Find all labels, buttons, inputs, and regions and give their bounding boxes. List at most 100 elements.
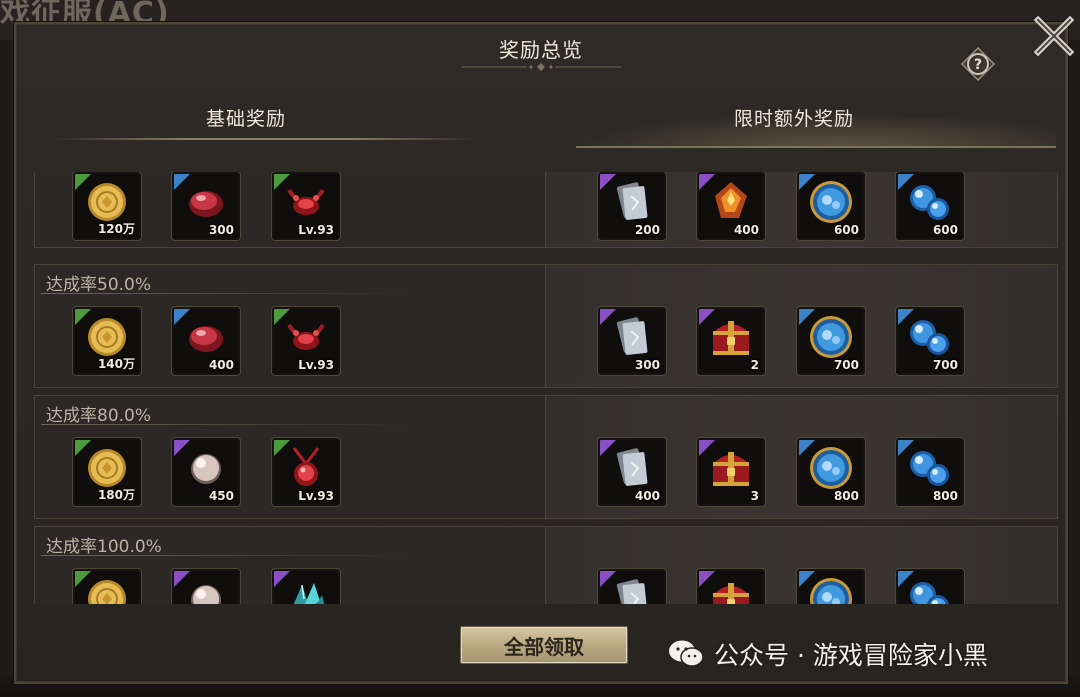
watermark: 公众号 · 游戏冒险家小黑: [668, 636, 988, 672]
gold-coin-icon: [88, 580, 126, 604]
item-quantity: 800: [833, 489, 859, 503]
reward-item-slot[interactable]: 800: [896, 438, 964, 506]
tier-label-divider: [41, 555, 411, 556]
pearl-icon: [191, 454, 221, 484]
red-pendant-icon: [292, 447, 320, 486]
reward-item-slot[interactable]: 400: [172, 307, 240, 375]
reward-item-slot[interactable]: [598, 569, 666, 604]
basic-header-underline: [56, 138, 476, 140]
reward-item-slot[interactable]: 400: [697, 172, 765, 240]
tier-completion-label: 达成率50.0%: [46, 275, 152, 295]
reward-tier-list[interactable]: 120万 300 Lv.93 200 400 600 600 达成率50.0% 140万 400 L…: [34, 172, 1058, 604]
treasure-chest-icon: [713, 321, 749, 355]
item-quantity: Lv.93: [298, 489, 334, 503]
item-quantity: 300: [208, 223, 234, 237]
background-right-edge: [1066, 40, 1080, 680]
reward-tier-row: 达成率80.0% 180万 450 Lv.93 400 3 800 800: [34, 395, 1058, 519]
blue-medal-icon: [810, 181, 852, 223]
background-left-edge: [0, 40, 14, 680]
basic-reward-cell: 达成率50.0% 140万 400 Lv.93: [35, 265, 545, 387]
item-quantity: 600: [932, 223, 958, 237]
blue-medal-icon: [810, 316, 852, 358]
card-icon: [616, 317, 648, 355]
reward-item-slot[interactable]: 3: [697, 438, 765, 506]
reward-item-slot[interactable]: 700: [896, 307, 964, 375]
close-button[interactable]: [1030, 12, 1078, 60]
blue-orbs-icon: [910, 582, 949, 604]
item-quantity: 450: [208, 489, 234, 503]
tier-completion-label: 达成率100.0%: [46, 537, 162, 557]
basic-reward-cell: 达成率100.0%: [35, 527, 545, 604]
reward-item-slot[interactable]: 400: [598, 438, 666, 506]
item-quantity: 3: [750, 489, 759, 503]
reward-item-slot[interactable]: 700: [797, 307, 865, 375]
reward-item-slot[interactable]: 300: [598, 307, 666, 375]
reward-tier-row: 120万 300 Lv.93 200 400 600 600: [34, 172, 1058, 248]
card-icon: [616, 448, 648, 486]
basic-reward-cell: 达成率80.0% 180万 450 Lv.93: [35, 396, 545, 518]
item-quantity: 120万: [97, 222, 135, 236]
reward-item-slot[interactable]: [272, 569, 340, 604]
gold-coin-icon: [88, 449, 126, 487]
watermark-text: 公众号 · 游戏冒险家小黑: [714, 641, 988, 670]
reward-item-slot[interactable]: 180万: [73, 438, 141, 506]
gold-coin-icon: [88, 318, 126, 356]
tier-label-divider: [41, 293, 411, 294]
orange-crystal-icon: [715, 182, 747, 218]
reward-item-slot[interactable]: Lv.93: [272, 438, 340, 506]
reward-item-slot[interactable]: [697, 569, 765, 604]
blue-orbs-icon: [910, 451, 949, 486]
item-quantity: 180万: [97, 488, 135, 502]
reward-item-slot[interactable]: [896, 569, 964, 604]
item-quantity: 800: [932, 489, 958, 503]
tier-label-divider: [41, 424, 411, 425]
item-quantity: 300: [634, 358, 660, 372]
reward-item-slot[interactable]: 200: [598, 172, 666, 240]
red-gem-icon: [189, 326, 223, 352]
help-label: ?: [974, 57, 982, 73]
basic-reward-header: 基础奖励: [206, 108, 287, 130]
red-necklace-icon: [287, 188, 325, 215]
reward-item-slot[interactable]: 120万: [73, 172, 141, 240]
item-quantity: 400: [208, 358, 234, 372]
reward-item-slot[interactable]: 800: [797, 438, 865, 506]
reward-item-slot[interactable]: Lv.93: [272, 172, 340, 240]
extra-reward-cell: [545, 527, 1057, 604]
reward-tier-row: 达成率100.0%: [34, 526, 1058, 604]
blue-medal-icon: [810, 447, 852, 489]
close-icon: [1033, 15, 1075, 57]
reward-item-slot[interactable]: [172, 569, 240, 604]
gold-coin-icon: [88, 183, 126, 221]
reward-item-slot[interactable]: [797, 569, 865, 604]
blue-medal-icon: [810, 578, 852, 604]
teal-crystal-icon: [293, 583, 325, 604]
item-quantity: 700: [932, 358, 958, 372]
reward-item-slot[interactable]: 300: [172, 172, 240, 240]
extra-reward-cell: 300 2 700 700: [545, 265, 1057, 387]
title-ornament-icon: [461, 63, 621, 71]
reward-item-slot[interactable]: 600: [797, 172, 865, 240]
reward-item-slot[interactable]: [73, 569, 141, 604]
help-icon[interactable]: ?: [960, 46, 996, 82]
extra-reward-cell: 200 400 600 600: [545, 172, 1057, 247]
item-quantity: 200: [634, 223, 660, 237]
blue-orbs-icon: [910, 185, 949, 220]
claim-all-button[interactable]: 全部领取: [460, 626, 628, 664]
reward-item-slot[interactable]: 450: [172, 438, 240, 506]
item-quantity: 2: [750, 358, 759, 372]
reward-item-slot[interactable]: 140万: [73, 307, 141, 375]
reward-item-slot[interactable]: 2: [697, 307, 765, 375]
item-quantity: 400: [634, 489, 660, 503]
wechat-icon: [669, 640, 704, 667]
treasure-chest-icon: [713, 452, 749, 486]
extra-reward-header: 限时额外奖励: [734, 108, 855, 130]
dialog-title: 奖励总览: [499, 38, 583, 62]
item-quantity: 400: [733, 223, 759, 237]
reward-overview-dialog: 奖励总览 ? 基础奖励 限时额外奖励 120万 300 Lv.93 200 400 600…: [14, 22, 1068, 684]
reward-item-slot[interactable]: 600: [896, 172, 964, 240]
card-icon: [616, 182, 648, 220]
reward-item-slot[interactable]: Lv.93: [272, 307, 340, 375]
item-quantity: Lv.93: [298, 223, 334, 237]
basic-reward-cell: 120万 300 Lv.93: [35, 172, 545, 247]
card-icon: [616, 579, 648, 604]
